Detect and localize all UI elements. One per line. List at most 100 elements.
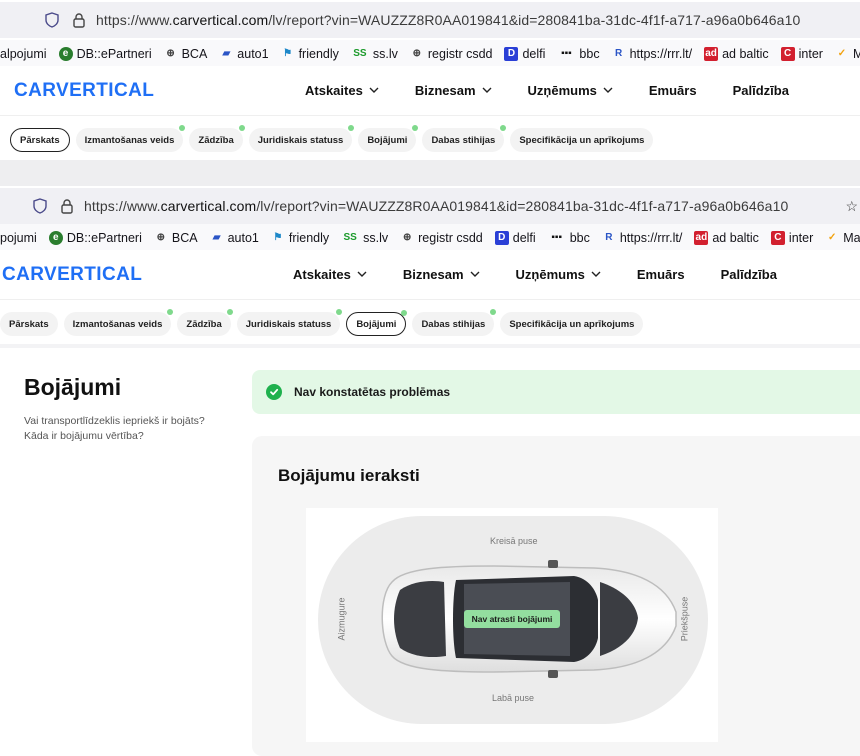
bookmark-label: auto1 bbox=[237, 47, 269, 61]
status-dot-icon bbox=[500, 125, 507, 131]
bookmark-item[interactable]: ▰ auto1 bbox=[219, 47, 268, 61]
bookmark-item[interactable]: alpojumi bbox=[0, 47, 47, 61]
bookmark-item[interactable]: ad ad baltic bbox=[694, 231, 759, 245]
shield-icon[interactable] bbox=[44, 12, 60, 28]
nav-item[interactable]: Emuārs bbox=[637, 267, 685, 282]
bookmark-item[interactable]: ⊕ registr csdd bbox=[410, 47, 493, 61]
nav-label: Atskaites bbox=[305, 83, 363, 98]
bookmark-label: BCA bbox=[181, 47, 208, 61]
e-circle-icon: e bbox=[48, 231, 63, 245]
report-tab[interactable]: Specifikācija un aprīkojums bbox=[510, 128, 654, 152]
no-damage-badge: Nav atrasti bojājumi bbox=[464, 610, 560, 628]
bookmark-item[interactable]: ⊕ BCA bbox=[164, 47, 208, 61]
nav-label: Emuārs bbox=[636, 267, 685, 282]
bookmark-item[interactable]: ✓ Mango bbox=[835, 47, 860, 61]
site-header-2: CARVERTICAL Atskaites Biznesam Uzņēmums Emu… bbox=[0, 250, 860, 300]
bookmark-item[interactable]: Cinter bbox=[770, 231, 814, 245]
bookmark-item[interactable]: Cinter bbox=[780, 47, 823, 61]
bookmark-item[interactable]: e DB::ePartneri bbox=[48, 231, 142, 245]
report-tab[interactable]: Zādzība bbox=[189, 125, 245, 152]
url-host: carvertical.com bbox=[172, 12, 269, 28]
nav-label: Palīdzība bbox=[732, 83, 789, 98]
report-tab[interactable]: Izmantošanas veids bbox=[75, 125, 186, 152]
bookmark-item[interactable]: pojumi bbox=[0, 231, 37, 245]
bookmark-item[interactable]: ▪▪▪ bbc bbox=[548, 231, 589, 245]
bookmark-label: BCA bbox=[171, 231, 198, 245]
bookmark-item[interactable]: Rhttps://rrr.lt/ bbox=[602, 231, 682, 245]
bookmarks-bar: alpojumi e DB::ePartneri ⊕ BCA ▰ auto1 ⚑ friendl… bbox=[0, 40, 860, 68]
carvertical-logo[interactable]: CARVERTICAL bbox=[14, 80, 154, 102]
bookmark-item[interactable]: ✓ Mango bbox=[825, 231, 860, 245]
lock-icon[interactable] bbox=[60, 198, 74, 214]
nav-label: Biznesam bbox=[414, 83, 476, 98]
url-path: /lv/report?vin=WAUZZZ8R0AA019841&id=2808… bbox=[268, 12, 801, 28]
browser-address-bar-2[interactable]: https://www.carvertical.com/lv/report?vi… bbox=[0, 188, 860, 224]
e-circle-icon: e bbox=[58, 47, 73, 61]
bookmark-item[interactable]: SS ss.lv bbox=[351, 47, 398, 61]
bookmark-item[interactable]: ▪▪▪ bbc bbox=[557, 47, 599, 61]
nav-item[interactable]: Atskaites bbox=[305, 83, 379, 98]
window-separator bbox=[0, 160, 860, 186]
nav-item[interactable]: Biznesam bbox=[403, 267, 480, 282]
url-host: carvertical.com bbox=[160, 198, 257, 214]
chevron-down-icon bbox=[369, 85, 379, 97]
friendly-icon: ⚑ bbox=[283, 48, 293, 59]
auto1-icon: ▰ bbox=[222, 48, 231, 59]
tab-label: Specifikācija un aprīkojums bbox=[509, 318, 635, 330]
report-tab[interactable]: Dabas stihijas bbox=[412, 309, 497, 336]
carvertical-logo[interactable]: CARVERTICAL bbox=[2, 264, 142, 286]
bookmark-item[interactable]: e DB::ePartneri bbox=[58, 47, 152, 61]
report-tab[interactable]: Dabas stihijas bbox=[422, 125, 507, 152]
bookmark-label: Mango bbox=[852, 47, 860, 61]
nav-item[interactable]: Uzņēmums bbox=[528, 83, 613, 98]
shield-icon[interactable] bbox=[32, 198, 48, 214]
report-tab[interactable]: Pārskats bbox=[10, 128, 70, 152]
ad-icon: ad bbox=[704, 47, 719, 61]
report-tab[interactable]: Pārskats bbox=[0, 312, 58, 336]
bookmark-item[interactable]: Rhttps://rrr.lt/ bbox=[612, 47, 692, 61]
status-dot-icon bbox=[401, 310, 408, 316]
bbc-icon: ▪▪▪ bbox=[551, 232, 562, 243]
bookmark-label: ad baltic bbox=[712, 231, 759, 245]
nav-label: Uzņēmums bbox=[515, 267, 585, 282]
star-icon[interactable]: ☆ bbox=[845, 198, 858, 215]
bookmark-item[interactable]: ⚑ friendly bbox=[281, 47, 339, 61]
status-dot-icon bbox=[226, 309, 233, 315]
status-dot-icon bbox=[336, 309, 343, 315]
nav-item[interactable]: Atskaites bbox=[293, 267, 367, 282]
bookmark-label: inter bbox=[788, 231, 814, 245]
globe-icon: ⊕ bbox=[156, 232, 166, 243]
bookmark-item[interactable]: ⊕ BCA bbox=[154, 231, 198, 245]
report-tab[interactable]: Zādzība bbox=[177, 309, 233, 336]
lock-icon[interactable] bbox=[72, 12, 86, 28]
globe-icon: ⊕ bbox=[402, 232, 412, 243]
report-tabs-2: Pārskats Izmantošanas veids Zādzība Juridis… bbox=[0, 304, 860, 344]
browser-address-bar[interactable]: https://www.carvertical.com/lv/report?vi… bbox=[0, 2, 860, 38]
bookmark-item[interactable]: ⚑ friendly bbox=[271, 231, 329, 245]
bookmark-item[interactable]: ▰ auto1 bbox=[210, 231, 259, 245]
report-tab[interactable]: Juridiskais statuss bbox=[248, 125, 355, 152]
mango-icon: ✓ bbox=[837, 48, 847, 59]
tab-label: Juridiskais statuss bbox=[257, 134, 344, 146]
report-tab[interactable]: Bojājumi bbox=[358, 125, 419, 152]
nav-item[interactable]: Biznesam bbox=[415, 83, 492, 98]
section-title: Bojājumi bbox=[24, 374, 122, 400]
url-text[interactable]: https://www.carvertical.com/lv/report?vi… bbox=[84, 198, 788, 214]
nav-item[interactable]: Palīdzība bbox=[721, 267, 777, 282]
tab-label: Juridiskais statuss bbox=[245, 318, 332, 330]
nav-item[interactable]: Emuārs bbox=[649, 83, 697, 98]
bookmark-item[interactable]: ad ad baltic bbox=[704, 47, 769, 61]
bookmark-item[interactable]: Ddelfi bbox=[494, 231, 536, 245]
url-text[interactable]: https://www.carvertical.com/lv/report?vi… bbox=[96, 12, 800, 28]
inter-icon: C bbox=[770, 231, 785, 245]
nav-item[interactable]: Uzņēmums bbox=[516, 267, 601, 282]
bookmark-item[interactable]: Ddelfi bbox=[504, 47, 545, 61]
report-tab[interactable]: Bojājumi bbox=[346, 310, 408, 336]
nav-label: Uzņēmums bbox=[527, 83, 597, 98]
nav-item[interactable]: Palīdzība bbox=[733, 83, 789, 98]
report-tab[interactable]: Izmantošanas veids bbox=[63, 309, 174, 336]
report-tab[interactable]: Juridiskais statuss bbox=[236, 309, 343, 336]
bookmark-item[interactable]: ⊕ registr csdd bbox=[400, 231, 483, 245]
bookmark-item[interactable]: SS ss.lv bbox=[341, 231, 388, 245]
report-tab[interactable]: Specifikācija un aprīkojums bbox=[500, 312, 644, 336]
